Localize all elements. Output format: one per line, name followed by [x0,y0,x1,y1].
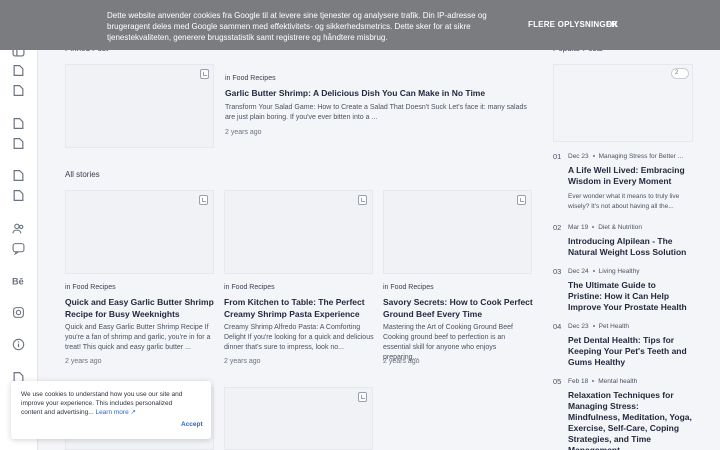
story-excerpt: Mastering the Art of Cooking Ground Beef… [383,324,513,361]
story-title[interactable]: Savory Secrets: How to Cook Perfect Grou… [383,296,533,320]
story-thumbnail[interactable] [224,387,373,450]
external-link-icon: ↗ [130,409,136,416]
instagram-icon[interactable] [12,306,25,319]
story-thumbnail[interactable] [65,190,214,274]
info-icon[interactable] [12,338,25,351]
popular-title[interactable]: Introducing Alpilean - The Natural Weigh… [568,236,692,258]
category-link[interactable]: Food Recipes [231,284,274,291]
popular-title[interactable]: A Life Well Lived: Embracing Wisdom in E… [568,165,692,187]
cookie-notice-text: Dette website anvender cookies fra Googl… [107,11,487,42]
cookie-consent-popup: We use cookies to understand how you use… [11,381,211,439]
category-link[interactable]: Food Recipes [72,284,115,291]
popular-excerpt: Ever wonder what it means to truly live … [568,193,680,210]
document-icon[interactable] [12,117,25,130]
pinned-post-time: 2 years ago [225,129,262,136]
pinned-post-category: in Food Recipes [225,75,276,82]
learn-more-link[interactable]: Learn more [95,409,128,416]
category-link[interactable]: Food Recipes [232,75,275,82]
story-title[interactable]: From Kitchen to Table: The Perfect Cream… [224,296,374,320]
bookmark-icon[interactable] [199,195,208,205]
popular-meta: Dec 23 Pet Health [568,323,629,330]
accept-button[interactable]: Accept [181,421,203,428]
story-excerpt: Quick and Easy Garlic Butter Shrimp Reci… [65,324,211,351]
story-category: in Food Recipes [224,284,275,291]
consent-text: We use cookies to understand how you use… [21,391,183,416]
behance-icon[interactable]: Bē [12,274,25,287]
popular-meta: Dec 23 Managing Stress for Better ... [568,153,684,160]
popular-rank: 01 [553,152,562,161]
comment-count-badge: 2 [671,68,689,79]
popular-title[interactable]: Pet Dental Health: Tips for Keeping Your… [568,335,692,368]
category-link[interactable]: Food Recipes [390,284,433,291]
category-link[interactable]: Pet Health [599,323,629,330]
popular-title[interactable]: The Ultimate Guide to Pristine: How it C… [568,280,692,313]
story-time: 2 years ago [65,358,102,365]
popular-rank: 05 [553,377,562,386]
category-link[interactable]: Mental health [598,378,637,385]
bookmark-icon[interactable] [517,195,526,205]
category-link[interactable]: Living Healthy [599,268,640,275]
svg-text:Bē: Bē [12,276,24,286]
popular-rank: 04 [553,322,562,331]
story-category: in Food Recipes [65,284,116,291]
popular-rank: 02 [553,223,562,232]
more-info-link[interactable]: FLERE OPLYSNINGER [528,20,617,29]
bookmark-icon[interactable] [200,69,209,79]
document-icon[interactable] [12,137,25,150]
story-title[interactable]: Quick and Easy Garlic Butter Shrimp Reci… [65,296,215,320]
pinned-post-excerpt: Transform Your Salad Game: How to Create… [225,104,527,121]
popular-meta: Dec 24 Living Healthy [568,268,640,275]
category-link[interactable]: Diet & Nutrition [598,224,642,231]
ok-button[interactable]: OK [606,20,618,29]
story-thumbnail[interactable] [224,190,373,274]
document-icon[interactable] [12,64,25,77]
bookmark-icon[interactable] [358,195,367,205]
document-icon[interactable] [12,189,25,202]
users-icon[interactable] [12,222,25,235]
story-thumbnail[interactable] [383,190,532,274]
chat-icon[interactable] [12,242,25,255]
popular-meta: Feb 18 Mental health [568,378,638,385]
pinned-post-thumbnail[interactable] [65,64,214,148]
story-excerpt: Creamy Shrimp Alfredo Pasta: A Comfortin… [224,324,374,351]
story-category: in Food Recipes [383,284,434,291]
popular-meta: Mar 19 Diet & Nutrition [568,224,642,231]
all-stories-heading: All stories [65,170,100,179]
category-link[interactable]: Managing Stress for Better ... [599,153,684,160]
cookie-notice-bar: Dette website anvender cookies fra Googl… [0,0,720,50]
document-icon[interactable] [12,169,25,182]
bookmark-icon[interactable] [358,392,367,402]
story-time: 2 years ago [383,358,420,365]
popular-rank: 03 [553,267,562,276]
popular-title[interactable]: Relaxation Techniques for Managing Stres… [568,390,692,450]
document-icon[interactable] [12,84,25,97]
pinned-post-title[interactable]: Garlic Butter Shrimp: A Delicious Dish Y… [225,87,530,99]
story-time: 2 years ago [224,358,261,365]
